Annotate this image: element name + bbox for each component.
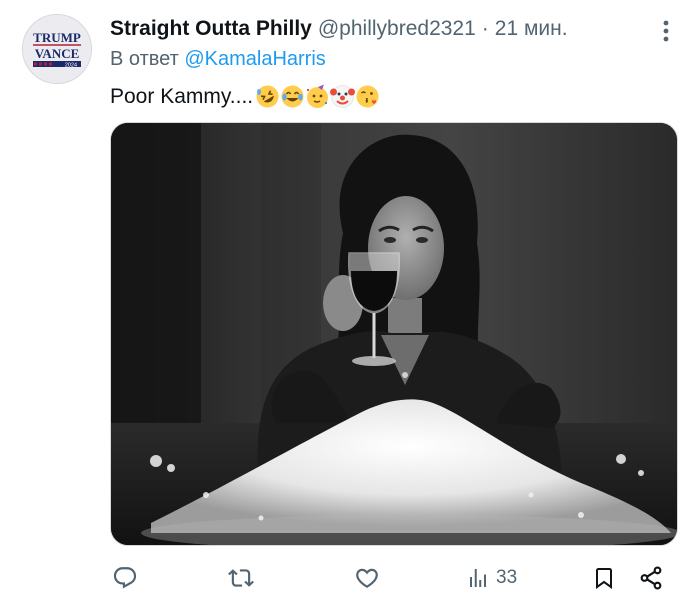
bookmark-button[interactable] xyxy=(592,560,616,596)
more-options-button[interactable] xyxy=(654,16,678,46)
like-button[interactable] xyxy=(354,560,380,596)
tweet-media-photo[interactable] xyxy=(110,122,678,546)
user-handle[interactable]: @phillybred2321 xyxy=(318,17,476,41)
tweet-text: Poor Kammy.... xyxy=(110,84,380,109)
retweet-icon xyxy=(228,569,254,587)
avatar-line1: TRUMP xyxy=(33,30,81,45)
blowing-kiss-emoji-icon xyxy=(356,85,379,108)
share-icon xyxy=(640,566,662,590)
avatar-line2: VANCE xyxy=(35,46,80,61)
rolling-laughing-emoji-icon xyxy=(256,85,279,108)
timestamp[interactable]: 21 мин. xyxy=(495,17,568,41)
views-count: 33 xyxy=(496,567,518,588)
reply-mention-link[interactable]: @KamalaHarris xyxy=(184,48,325,70)
tweet-text-content: Poor Kammy.... xyxy=(110,84,254,108)
reply-icon xyxy=(113,567,137,589)
clown-face-emoji-icon xyxy=(330,85,356,108)
tweet[interactable]: TRUMP VANCE 2024 Straight Outta Philly @… xyxy=(0,0,700,611)
header-separator: · xyxy=(481,17,489,40)
avatar-year: 2024 xyxy=(65,63,77,69)
display-name[interactable]: Straight Outta Philly xyxy=(110,17,312,41)
reply-button[interactable] xyxy=(112,560,138,596)
partying-face-emoji-icon xyxy=(307,84,329,108)
tears-of-joy-emoji-icon xyxy=(281,85,304,108)
heart-icon xyxy=(356,568,378,588)
views-icon xyxy=(470,569,486,587)
tweet-header: Straight Outta Philly @phillybred2321 · … xyxy=(110,14,640,44)
tweet-actions-bar: 33 xyxy=(100,560,680,596)
emoji-group xyxy=(255,84,380,109)
share-button[interactable] xyxy=(638,560,664,596)
bookmark-icon xyxy=(596,568,612,589)
more-vertical-icon xyxy=(663,20,669,42)
avatar[interactable]: TRUMP VANCE 2024 xyxy=(22,14,92,84)
views-button[interactable]: 33 xyxy=(466,560,517,596)
retweet-button[interactable] xyxy=(228,560,254,596)
reply-prefix: В ответ xyxy=(110,48,179,70)
reply-context: В ответ @KamalaHarris xyxy=(110,48,326,71)
